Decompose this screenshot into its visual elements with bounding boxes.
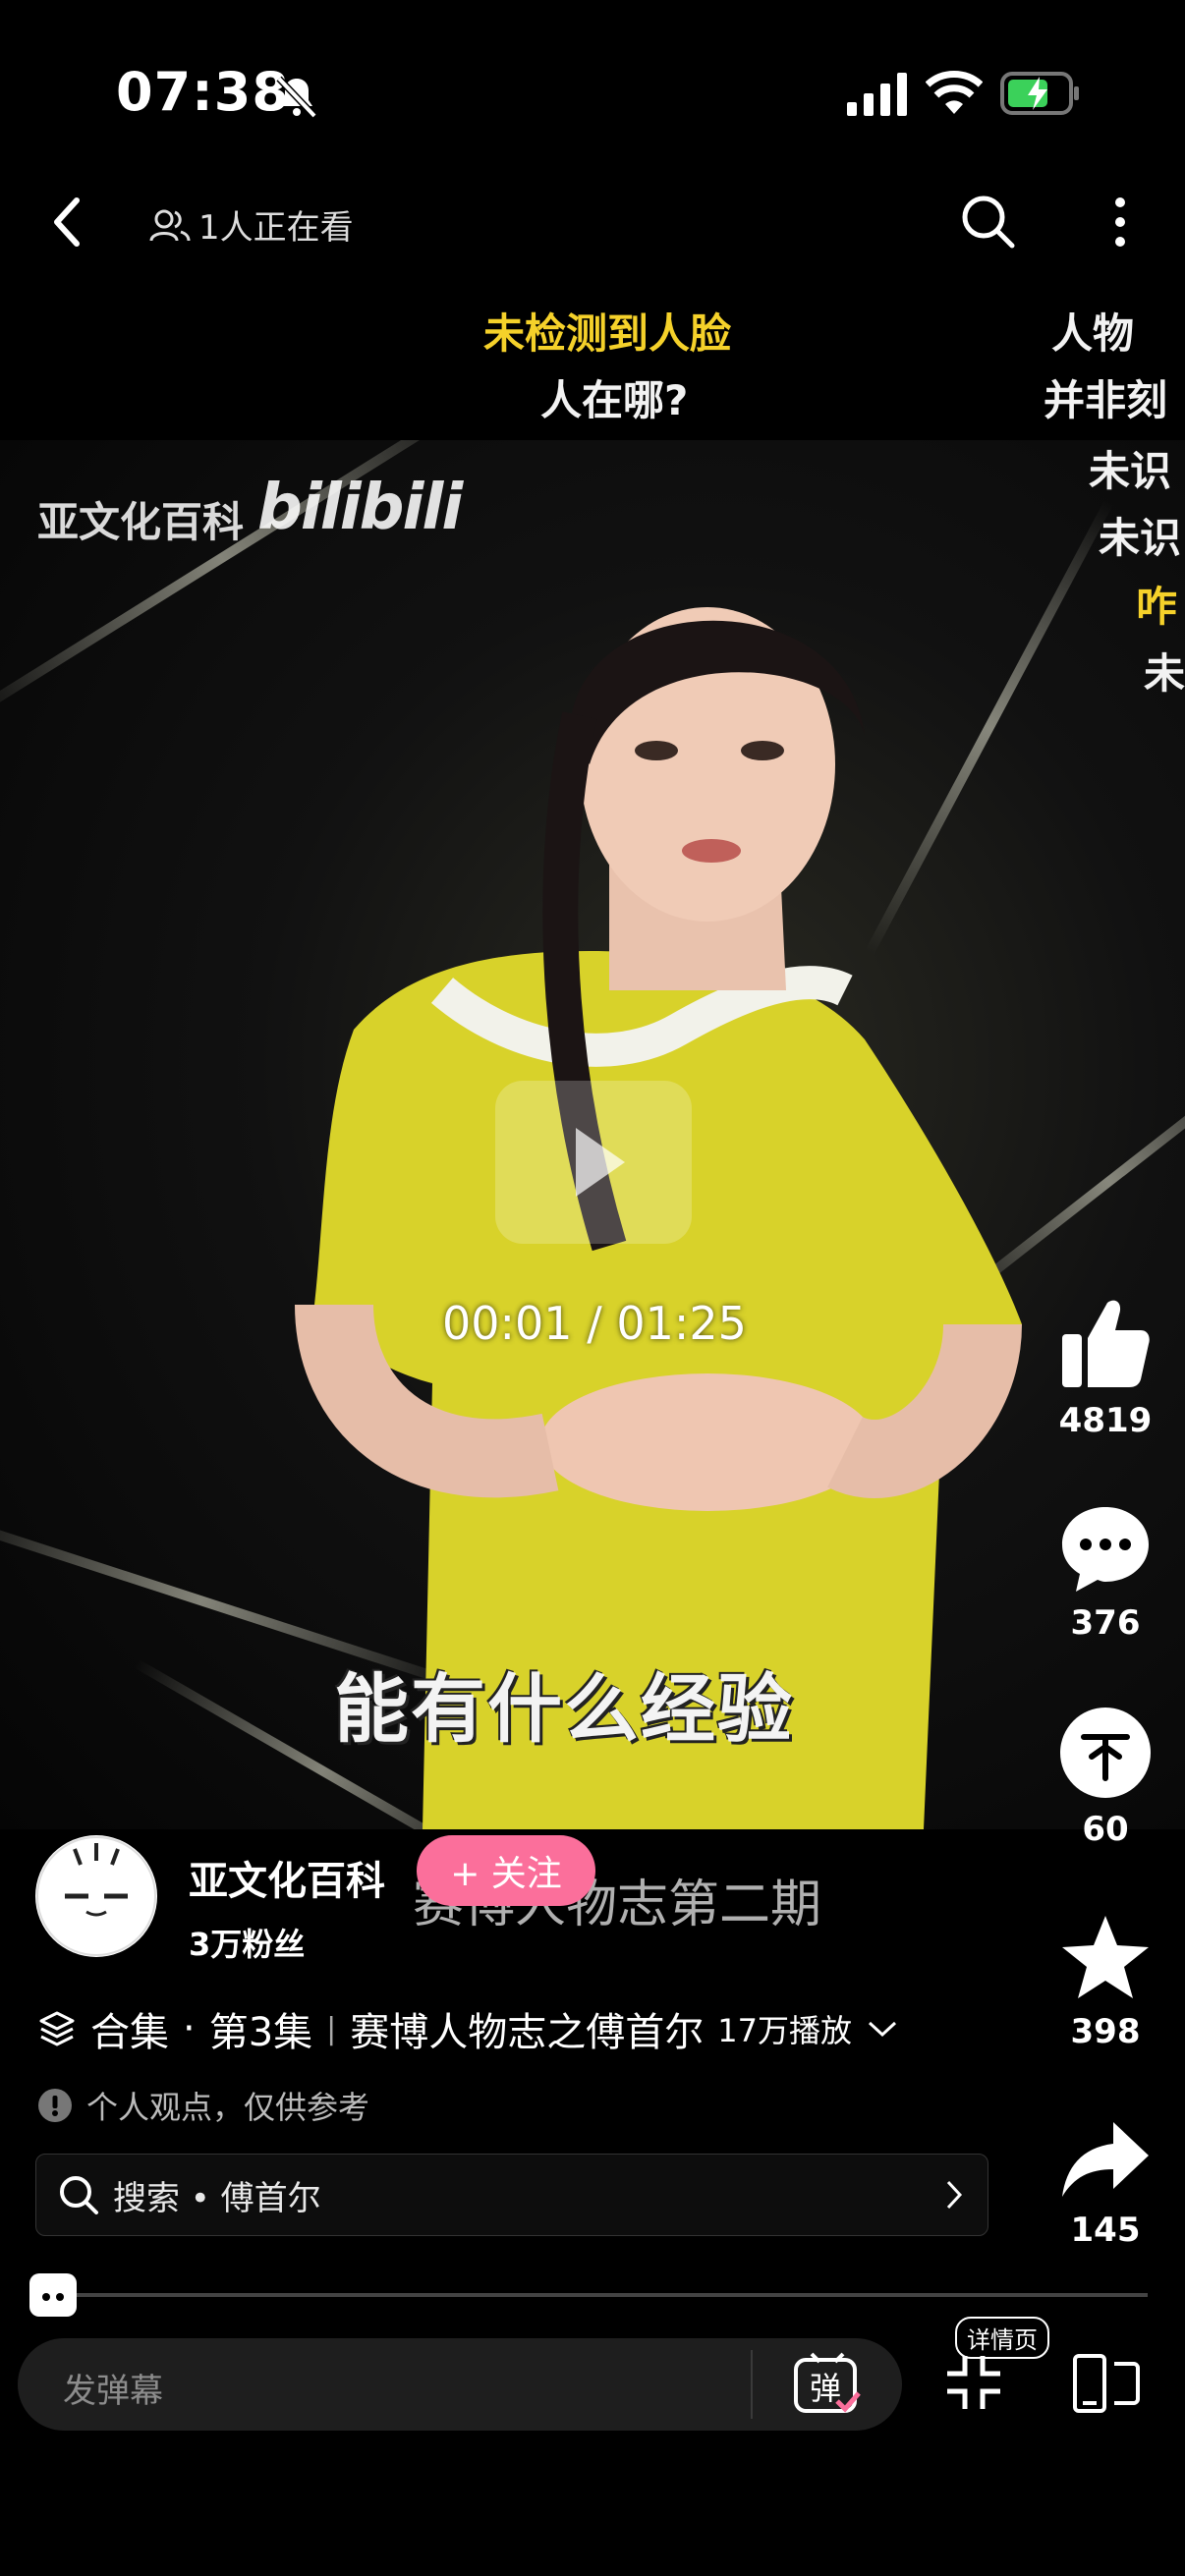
danmaku-placeholder[interactable]: 发弹幕 <box>63 2364 163 2412</box>
wifi-icon <box>926 71 983 114</box>
star-icon <box>1062 1916 1149 1998</box>
coin-icon <box>1060 1708 1151 1798</box>
related-search-text: 搜索 • 傅首尔 <box>113 2178 321 2218</box>
play-button[interactable] <box>495 1081 692 1244</box>
share-button[interactable]: 145 <box>1042 2118 1169 2250</box>
thumbs-up-icon <box>1062 1300 1150 1387</box>
danmaku-toggle-button[interactable]: 弹 <box>792 2350 863 2419</box>
comment-count: 376 <box>1070 1603 1141 1643</box>
info-icon <box>38 2089 72 2122</box>
favorite-button[interactable]: 398 <box>1042 1912 1169 2051</box>
chevron-down-icon[interactable] <box>866 2017 899 2041</box>
tv-mascot-icon <box>31 2273 75 2315</box>
play-icon <box>576 1128 625 1197</box>
chevron-right-icon <box>946 2180 963 2210</box>
play-count: 17万播放 <box>717 2012 853 2049</box>
disclaimer-text: 个人观点，仅供参考 <box>86 2089 370 2126</box>
viewers-icon <box>149 209 191 241</box>
layout-switch-icon[interactable] <box>1071 2352 1142 2415</box>
favorite-count: 398 <box>1070 2012 1141 2051</box>
playback-progress-bar[interactable] <box>75 2293 1148 2297</box>
duration: 01:25 <box>616 1297 747 1350</box>
danmaku-toggle-label: 弹 <box>810 2370 841 2407</box>
search-icon[interactable] <box>959 193 1018 252</box>
channel-watermark: 亚文化百科 <box>37 498 245 546</box>
share-count: 145 <box>1070 2211 1141 2250</box>
coin-count: 60 <box>1082 1810 1129 1849</box>
collection-divider: | <box>326 2011 337 2046</box>
time-separator: / <box>587 1297 602 1350</box>
search-icon <box>60 2176 98 2214</box>
collection-title: 赛博人物志之傅首尔 <box>350 2010 705 2055</box>
collection-dot: · <box>183 2006 196 2051</box>
current-time: 00:01 <box>442 1297 573 1350</box>
progress-handle[interactable] <box>29 2273 77 2317</box>
collection-label: 合集 <box>90 2010 169 2055</box>
playback-time: 00:01 / 01:25 <box>442 1297 747 1350</box>
comment-bubble-icon <box>1062 1507 1149 1592</box>
disclaimer-notice: 个人观点，仅供参考 <box>37 2083 369 2128</box>
battery-charging-icon <box>1000 72 1079 115</box>
viewer-count: 1人正在看 <box>149 200 354 249</box>
more-options-icon[interactable] <box>1099 193 1142 252</box>
episode-number: 第3集 <box>208 2010 313 2055</box>
exit-fullscreen-icon[interactable] <box>943 2352 1004 2413</box>
divider <box>751 2350 753 2419</box>
danmaku-comment: 未识 <box>1099 514 1182 562</box>
viewer-count-label: 1人正在看 <box>198 208 354 248</box>
collection-row[interactable]: 合集 · 第3集 | 赛博人物志之傅首尔 17万播放 <box>37 2000 899 2057</box>
video-subtitle: 能有什么经验 <box>334 1665 794 1753</box>
danmaku-comment: 未检测到人脸 <box>483 309 732 358</box>
follow-button[interactable]: + 关注 <box>417 1835 595 1906</box>
comment-button[interactable]: 376 <box>1042 1503 1169 1643</box>
bilibili-logo: bilibili <box>257 472 463 544</box>
share-arrow-icon <box>1062 2122 1149 2197</box>
like-count: 4819 <box>1058 1401 1153 1440</box>
danmaku-comment: 人在哪? <box>540 376 689 424</box>
danmaku-comment: 未识 <box>1089 447 1172 495</box>
danmaku-comment: 并非刻 <box>1044 376 1168 424</box>
status-time: 07:38 <box>116 61 290 123</box>
danmaku-comment: 未 <box>1144 649 1185 698</box>
silent-bell-icon <box>276 76 317 119</box>
cellular-signal-icon <box>847 73 907 116</box>
danmaku-toggle-icon: 弹 <box>794 2352 861 2413</box>
channel-name[interactable]: 亚文化百科 <box>189 1849 385 1906</box>
related-search-bar[interactable]: 搜索 • 傅首尔 <box>35 2154 988 2236</box>
danmaku-comment: 咋 <box>1136 583 1178 631</box>
back-arrow-icon[interactable] <box>39 193 94 252</box>
layers-icon <box>39 2011 75 2046</box>
coin-button[interactable]: 60 <box>1042 1706 1169 1849</box>
avatar[interactable] <box>35 1835 157 1957</box>
fan-count: 3万粉丝 <box>189 1926 306 1963</box>
like-button[interactable]: 4819 <box>1042 1293 1169 1440</box>
danmaku-comment: 人物 <box>1051 309 1135 358</box>
avatar-face-icon <box>36 1836 156 1956</box>
